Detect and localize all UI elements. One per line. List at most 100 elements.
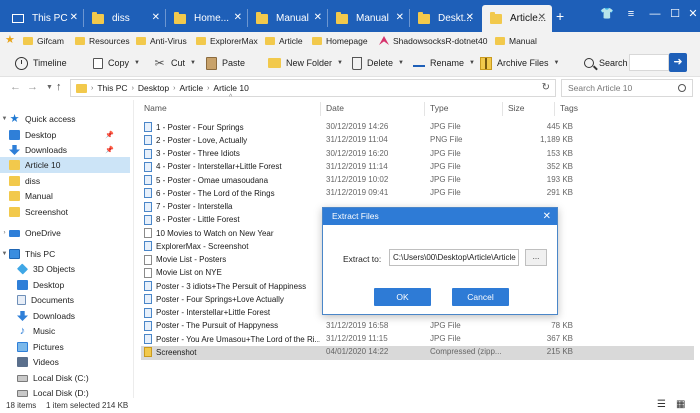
sidebar-item-onedrive[interactable]: › OneDrive (0, 225, 130, 241)
close-icon[interactable]: ✕ (70, 13, 78, 23)
table-row[interactable]: 3 - Poster - Three Idiots 30/12/2019 16:2… (141, 148, 694, 161)
menu-icon[interactable]: ≡ (624, 8, 638, 20)
close-icon[interactable]: ✕ (543, 208, 551, 225)
sidebar-item-videos[interactable]: Videos (0, 354, 130, 370)
bookmark-resources[interactable]: Resources (75, 34, 130, 47)
table-row[interactable]: Poster - The Pursuit of Happyness 31/12/2… (141, 320, 694, 333)
sidebar-item-diss[interactable]: diss (0, 173, 130, 189)
bookmark-homepage[interactable]: Homepage (312, 34, 368, 47)
tab-manual-2[interactable]: Manual ✕ (328, 5, 410, 32)
breadcrumb-item[interactable]: This PC (97, 83, 127, 93)
chevron-down-icon[interactable]: ▼ (0, 116, 9, 122)
column-header-type[interactable]: Type (430, 100, 448, 116)
copy-button[interactable]: Copy ▼ (93, 55, 140, 71)
chevron-down-icon[interactable]: ▼ (0, 251, 9, 257)
up-arrow-icon[interactable]: ↑ (56, 81, 62, 94)
sidebar-item-pictures[interactable]: Pictures (0, 339, 130, 355)
chevron-down-icon[interactable]: ▼ (337, 60, 343, 66)
bookmark-article[interactable]: Article (265, 34, 303, 47)
column-divider[interactable] (320, 102, 321, 116)
sidebar-item-documents[interactable]: Documents (0, 292, 130, 308)
chevron-down-icon[interactable]: ▼ (190, 60, 196, 66)
browse-button[interactable]: ... (525, 249, 547, 266)
toolbar-search-input[interactable] (629, 54, 669, 71)
bookmark-manual[interactable]: Manual (495, 34, 537, 47)
close-icon[interactable]: ✕ (538, 13, 546, 23)
table-row[interactable]: 2 - Poster - Love, Actually 31/12/2019 11… (141, 134, 694, 147)
column-header-date[interactable]: Date (326, 100, 344, 116)
bookmark-explorermax[interactable]: ExplorerMax (196, 34, 258, 47)
chevron-right-icon[interactable]: › (0, 230, 9, 236)
column-header-tags[interactable]: Tags (560, 100, 578, 116)
breadcrumb-item[interactable]: Article (179, 83, 203, 93)
new-folder-button[interactable]: New Folder ▼ (268, 55, 343, 71)
tab-manual-1[interactable]: Manual ✕ (248, 5, 328, 32)
sidebar-item-downloads[interactable]: Downloads 📌 (0, 142, 130, 158)
cancel-button[interactable]: Cancel (452, 288, 509, 306)
breadcrumb-item[interactable]: Desktop (138, 83, 169, 93)
folder-search-input[interactable]: Search Article 10 (561, 79, 693, 97)
ok-button[interactable]: OK (374, 288, 431, 306)
maximize-icon[interactable]: ☐ (668, 8, 682, 20)
shirt-icon[interactable]: 👕 (600, 8, 614, 20)
details-view-icon[interactable]: ☰ (657, 399, 666, 410)
column-header-name[interactable]: Name (144, 100, 167, 116)
tiles-view-icon[interactable]: ▦ (676, 399, 685, 410)
forward-arrow-icon[interactable]: → (27, 81, 38, 94)
timeline-button[interactable]: Timeline (15, 55, 67, 71)
table-row[interactable]: Screenshot 04/01/2020 14:22 Compressed (zi… (141, 346, 694, 360)
extract-path-input[interactable]: C:\Users\00\Desktop\Article\Article 10 (389, 249, 519, 266)
close-icon[interactable]: ✕ (234, 13, 242, 23)
pin-icon[interactable]: 📌 (105, 131, 114, 139)
search-button[interactable]: Search (584, 55, 628, 71)
table-row[interactable]: 6 - Poster - The Lord of the Rings 31/12/… (141, 187, 694, 200)
sidebar-item-quick-access[interactable]: ▼ ★ Quick access (0, 111, 130, 127)
tab-this-pc[interactable]: This PC ✕ (4, 5, 84, 32)
table-row[interactable]: 4 - Poster - Interstellar+Little Forest 3… (141, 161, 694, 174)
sidebar-item-pc-downloads[interactable]: Downloads (0, 308, 130, 324)
tab-article[interactable]: Article... ✕ (482, 5, 552, 32)
bookmark-gifcam[interactable]: Gifcam (23, 34, 64, 47)
back-arrow-icon[interactable]: ← (10, 81, 21, 94)
breadcrumb-item[interactable]: Article 10 (213, 83, 248, 93)
archive-files-button[interactable]: Archive Files ▼ (480, 55, 559, 71)
chevron-down-icon[interactable]: ▼ (398, 60, 404, 66)
sidebar-item-pc-desktop[interactable]: Desktop (0, 277, 130, 293)
sidebar-item-music[interactable]: ♪ Music (0, 323, 130, 339)
search-go-button[interactable]: ➜ (669, 53, 687, 72)
tab-homepage[interactable]: Home... ✕ (166, 5, 248, 32)
delete-button[interactable]: Delete ▼ (352, 55, 404, 71)
close-icon[interactable]: ✕ (152, 13, 160, 23)
refresh-icon[interactable]: ↻ (542, 82, 550, 93)
chevron-down-icon[interactable]: ▼ (469, 60, 475, 66)
sidebar-item-article-10[interactable]: Article 10 (0, 157, 130, 173)
sidebar-item-screenshot[interactable]: Screenshot (0, 204, 130, 220)
table-row[interactable]: Poster - You Are Umasou+The Lord of the … (141, 333, 694, 346)
column-divider[interactable] (502, 102, 503, 116)
chevron-down-icon[interactable]: ▼ (46, 81, 53, 94)
window-close-icon[interactable]: ✕ (686, 8, 700, 20)
star-icon[interactable]: ★ (5, 34, 15, 46)
bookmark-shadowsocksr[interactable]: ShadowsocksR-dotnet40 (379, 34, 488, 47)
sidebar-item-desktop[interactable]: Desktop 📌 (0, 127, 130, 143)
pin-icon[interactable]: 📌 (105, 146, 114, 154)
column-header-size[interactable]: Size (508, 100, 525, 116)
address-bar[interactable]: › This PC › Desktop › Article › Article … (70, 79, 556, 97)
minimize-icon[interactable]: — (648, 8, 662, 20)
sidebar-item-this-pc[interactable]: ▼ This PC (0, 246, 130, 262)
chevron-down-icon[interactable]: ▼ (134, 60, 140, 66)
sidebar-item-local-disk-c[interactable]: Local Disk (C:) (0, 370, 130, 386)
sidebar-item-3d-objects[interactable]: 3D Objects (0, 261, 130, 277)
close-icon[interactable]: ✕ (466, 13, 474, 23)
bookmark-anti-virus[interactable]: Anti-Virus (136, 34, 187, 47)
close-icon[interactable]: ✕ (396, 13, 404, 23)
chevron-down-icon[interactable]: ▼ (554, 60, 560, 66)
rename-button[interactable]: Rename ▼ (413, 55, 475, 71)
new-tab-plus-icon[interactable]: + (556, 9, 564, 23)
table-row[interactable]: 5 - Poster - Omae umasoudana 31/12/2019 1… (141, 174, 694, 187)
tab-diss[interactable]: diss ✕ (84, 5, 166, 32)
paste-button[interactable]: Paste (206, 55, 245, 71)
column-divider[interactable] (554, 102, 555, 116)
sidebar-item-manual[interactable]: Manual (0, 188, 130, 204)
column-divider[interactable] (424, 102, 425, 116)
